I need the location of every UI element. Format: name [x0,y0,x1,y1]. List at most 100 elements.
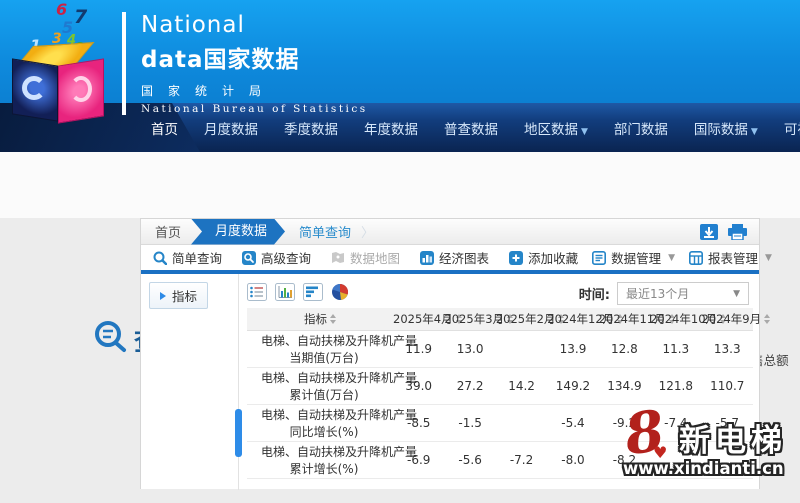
magnifier-icon [153,251,167,265]
economic-charts-label: 经济图表 [439,248,489,267]
logo-subtitle-en: National Bureau of Statistics [141,103,368,115]
hbar-chart-view-icon[interactable] [303,283,323,301]
site-header: 6 7 5 3 4 1 2 6 National data国家数据 国家统计局 … [0,0,800,103]
report-manage-label: 报表管理 [708,248,758,267]
cube-digit: 7 [74,8,87,27]
bar-chart-view-icon[interactable] [275,283,295,301]
table-row: 电梯、自动扶梯及升降机产量累计增长(%) -6.9 -5.6 -7.2 -8.0… [247,441,753,478]
nav-item-monthly[interactable]: 月度数据 [191,118,271,138]
data-map-button[interactable]: 数据地图 [331,248,400,267]
content-area: 指标 时间: 最近13个月 ▼ 指 [141,274,759,490]
print-icon[interactable] [728,224,747,240]
tab-monthly-data[interactable]: 月度数据 [191,219,285,245]
table-row: 电梯、自动扶梯及升降机产量当期值(万台) 11.9 13.0 13.9 12.8… [247,330,753,367]
chevron-right-icon: 〉 [361,222,374,241]
cell: -5.6 [444,441,495,478]
magnifier-box-icon [242,251,256,265]
simple-query-button[interactable]: 简单查询 [153,248,222,267]
nav-item-home[interactable]: 首页 [138,118,191,138]
row-label: 电梯、自动扶梯及升降机产量同比增长(%) [247,404,393,441]
economic-charts-button[interactable]: 经济图表 [420,248,489,267]
cell: -9.2 [599,404,650,441]
add-favorite-button[interactable]: 添加收藏 [509,248,578,267]
data-manage-button[interactable]: 数据管理 ▼ [592,248,675,267]
col-header[interactable]: 2024年10月 [650,308,701,330]
chashu-magnifier-icon [94,320,128,354]
cell: 134.9 [599,367,650,404]
indicator-toggle-button[interactable]: 指标 [149,282,208,309]
indicator-sidebar: 指标 [141,274,239,490]
nav-item-annual[interactable]: 年度数据 [351,118,431,138]
cell: 121.8 [650,367,701,404]
chevron-down-icon: ▼ [733,289,740,299]
sort-icon [330,314,336,324]
col-header[interactable]: 2025年4月 [393,308,444,330]
row-label: 电梯、自动扶梯及升降机产量当期值(万台) [247,330,393,367]
time-range-select[interactable]: 最近13个月 ▼ [617,282,749,305]
col-header[interactable]: 2025年3月 [444,308,495,330]
cell: -8.0 [547,441,598,478]
indicator-label: 指标 [172,286,197,305]
site-logo: National data国家数据 国家统计局 National Bureau … [122,12,368,115]
col-header[interactable]: 2024年12月 [547,308,598,330]
cell: 13.3 [702,330,753,367]
col-header[interactable]: 2024年11月 [599,308,650,330]
table-box-icon [689,251,703,265]
content-card: 首页 月度数据 简单查询 〉 简单查询 高级查询 [140,218,760,489]
pie-chart-view-icon[interactable] [331,283,349,301]
data-map-label: 数据地图 [350,248,400,267]
cube-swirl [22,76,46,100]
chart-box-icon [420,251,434,265]
cell: 12.8 [599,330,650,367]
advanced-query-label: 高级查询 [261,248,311,267]
col-header-indicator[interactable]: 指标 [247,308,393,330]
map-icon [331,251,345,265]
table-header-row: 指标 2025年4月 2025年3月 2025年2月 2024年12月 2024… [247,308,753,330]
nav-item-census[interactable]: 普查数据 [431,118,511,138]
nav-item-regional[interactable]: 地区数据▼ [511,118,601,138]
breadcrumb-tabs: 首页 月度数据 简单查询 〉 [141,219,759,245]
row-label: 电梯、自动扶梯及升降机产量累计值(万台) [247,367,393,404]
nav-item-visualization[interactable]: 可视化产品 [771,118,800,138]
cell: -5.4 [547,404,598,441]
cell [496,404,547,441]
tab-home[interactable]: 首页 [141,222,195,241]
time-filter: 时间: 最近13个月 ▼ [579,282,749,305]
cube-digit: 6 [56,2,67,18]
list-box-icon [592,251,606,265]
tab-simple-query[interactable]: 简单查询 [299,222,351,241]
cell: -7.4 [650,404,701,441]
cell [650,441,701,478]
triangle-right-icon [160,292,166,300]
cell: 13.0 [444,330,495,367]
data-manage-label: 数据管理 [611,248,661,267]
download-icon[interactable] [700,224,718,240]
list-view-icon[interactable] [247,283,267,301]
plus-icon [509,251,523,265]
chevron-down-icon: ▼ [751,127,758,137]
sidebar-splitter-handle[interactable] [235,409,242,457]
cell: 149.2 [547,367,598,404]
nav-item-departmental[interactable]: 部门数据 [601,118,681,138]
chevron-down-icon: ▼ [668,253,675,263]
cell: 11.3 [650,330,701,367]
search-strip: 查数ChaShu 搜索 统计 热词 GDP CPI 总人口 社会消费品零售总额 … [0,152,800,218]
logo-subtitle-cn: 国家统计局 [141,82,368,99]
report-manage-button[interactable]: 报表管理 ▼ [689,248,772,267]
advanced-query-button[interactable]: 高级查询 [242,248,311,267]
cell: 14.2 [496,367,547,404]
col-header[interactable]: 2025年2月 [496,308,547,330]
chevron-down-icon: ▼ [765,253,772,263]
col-header[interactable]: 2024年9月 [702,308,753,330]
chevron-down-icon: ▼ [581,127,588,137]
simple-query-label: 简单查询 [172,248,222,267]
data-table: 指标 2025年4月 2025年3月 2025年2月 2024年12月 2024… [247,308,753,479]
table-panel: 时间: 最近13个月 ▼ 指标 2025年4月 2025年3月 2025年2月 … [239,274,759,490]
table-row: 电梯、自动扶梯及升降机产量累计值(万台) 39.0 27.2 14.2 149.… [247,367,753,404]
query-toolbar: 简单查询 高级查询 数据地图 经济图表 添加收藏 数据管理 ▼ [141,245,759,270]
cell: 13.9 [547,330,598,367]
cell [702,441,753,478]
nav-item-quarterly[interactable]: 季度数据 [271,118,351,138]
cube-swirl [70,76,92,102]
nav-item-international[interactable]: 国际数据▼ [681,118,771,138]
